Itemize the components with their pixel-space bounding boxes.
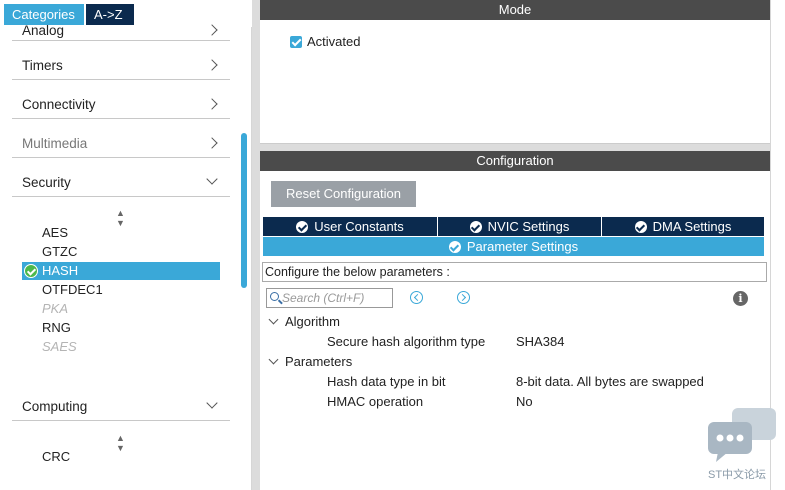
- check-circle-icon: [634, 221, 647, 233]
- category-analog[interactable]: Analog: [12, 3, 230, 41]
- activated-checkbox[interactable]: [290, 36, 302, 48]
- category-computing[interactable]: Computing: [12, 383, 230, 421]
- tab-parameter-settings[interactable]: Parameter Settings: [263, 237, 764, 256]
- chevron-right-icon: [206, 24, 218, 36]
- check-circle-icon: [296, 221, 309, 233]
- check-circle-icon: [469, 221, 482, 233]
- security-item-aes[interactable]: AES: [22, 224, 220, 242]
- chevron-right-icon: [206, 98, 218, 110]
- tab-user-constants-label: User Constants: [314, 219, 404, 234]
- param-name: Hash data type in bit: [327, 374, 446, 389]
- expand-caret-icon: [268, 354, 279, 365]
- param-value[interactable]: 8-bit data. All bytes are swapped: [516, 373, 704, 391]
- tab-nvic-settings[interactable]: NVIC Settings: [438, 217, 601, 236]
- security-item-saes: SAES: [42, 339, 77, 354]
- tab-dma-settings[interactable]: DMA Settings: [602, 217, 764, 236]
- search-icon: [270, 292, 279, 301]
- category-timers[interactable]: Timers: [12, 42, 230, 80]
- activated-label: Activated: [307, 34, 361, 49]
- tab-nvic-settings-label: NVIC Settings: [487, 219, 570, 234]
- chevron-down-icon: [206, 173, 218, 185]
- tab-user-constants[interactable]: User Constants: [263, 217, 437, 236]
- security-item-otfdec1[interactable]: OTFDEC1: [22, 281, 220, 299]
- search-input[interactable]: [282, 290, 390, 306]
- computing-item-crc[interactable]: CRC: [22, 448, 220, 466]
- watermark-text: ST中文论坛: [708, 469, 767, 481]
- category-multimedia-label: Multimedia: [22, 136, 88, 151]
- category-timers-label: Timers: [22, 58, 63, 73]
- category-security[interactable]: Security: [12, 159, 230, 197]
- group-parameters[interactable]: Parameters: [268, 353, 352, 371]
- tab-parameter-settings-label: Parameter Settings: [466, 239, 579, 254]
- tab-dma-settings-label: DMA Settings: [652, 219, 732, 234]
- category-security-label: Security: [22, 175, 71, 190]
- security-item-rng[interactable]: RNG: [22, 319, 220, 337]
- chevron-right-icon: [206, 137, 218, 149]
- configuration-header: Configuration: [260, 151, 770, 171]
- mode-header: Mode: [260, 0, 770, 20]
- panel-splitter[interactable]: [252, 0, 260, 490]
- param-value[interactable]: No: [516, 393, 533, 411]
- enabled-check-icon: [24, 264, 38, 278]
- category-connectivity-label: Connectivity: [22, 97, 96, 112]
- chat-bubble-icon: [708, 408, 776, 462]
- mode-area: Activated: [260, 20, 770, 144]
- configure-hint: Configure the below parameters :: [262, 262, 767, 282]
- category-analog-label: Analog: [22, 23, 65, 38]
- chevron-right-icon: [206, 59, 218, 71]
- search-box[interactable]: [266, 288, 393, 308]
- security-item-pka: PKA: [42, 301, 69, 316]
- category-connectivity[interactable]: Connectivity: [12, 81, 230, 119]
- security-item-hash[interactable]: HASH: [22, 262, 220, 280]
- section-splitter[interactable]: [260, 144, 770, 151]
- reset-configuration-button[interactable]: Reset Configuration: [271, 181, 416, 207]
- category-panel: Categories A->Z Analog Timers Connectivi…: [0, 0, 252, 490]
- security-item-hash-label: HASH: [42, 263, 79, 278]
- category-multimedia[interactable]: Multimedia: [12, 120, 230, 158]
- chevron-down-icon: [206, 397, 218, 409]
- search-next-icon[interactable]: [457, 291, 470, 304]
- category-scrollbar[interactable]: [241, 133, 247, 288]
- group-parameters-label: Parameters: [285, 354, 353, 369]
- search-previous-icon[interactable]: [410, 291, 423, 304]
- info-icon[interactable]: i: [733, 291, 748, 306]
- param-name: Secure hash algorithm type: [327, 334, 486, 349]
- expand-caret-icon: [268, 314, 279, 325]
- param-name: HMAC operation: [327, 394, 424, 409]
- security-item-gtzc[interactable]: GTZC: [22, 243, 220, 261]
- config-panel: Mode Activated Configuration Reset Confi…: [260, 0, 770, 490]
- group-algorithm-label: Algorithm: [285, 314, 340, 329]
- group-algorithm[interactable]: Algorithm: [268, 313, 340, 331]
- category-computing-label: Computing: [22, 399, 88, 414]
- param-value[interactable]: SHA384: [516, 333, 564, 351]
- check-circle-icon: [448, 241, 461, 253]
